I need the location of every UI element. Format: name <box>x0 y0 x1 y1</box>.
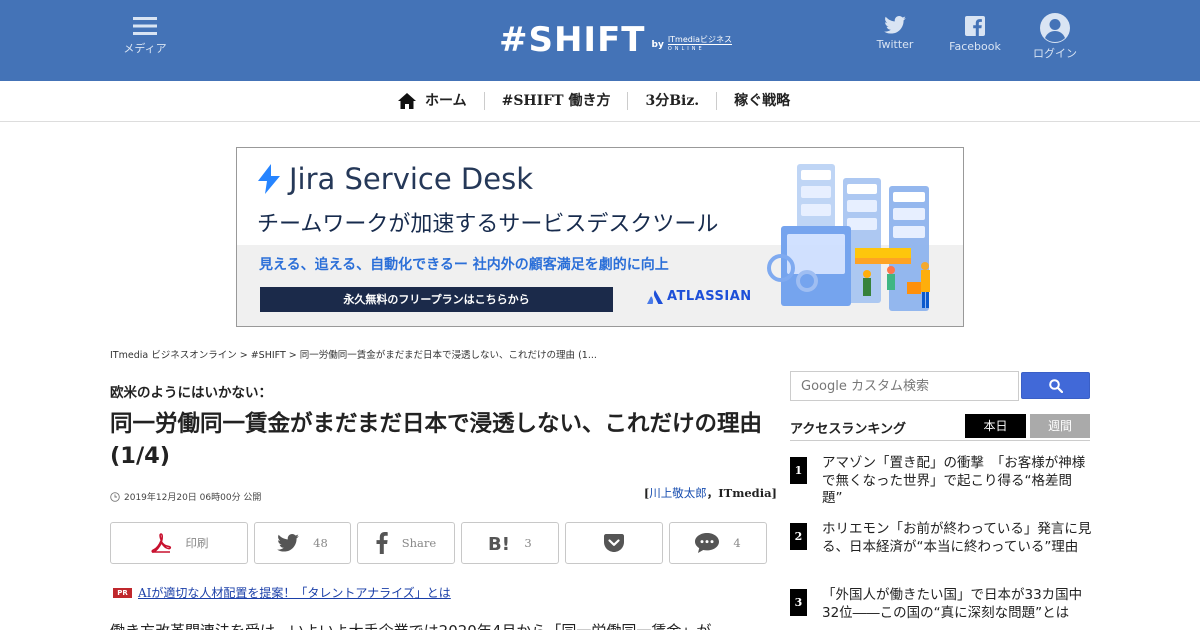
facebook-button[interactable]: Facebook <box>945 16 1005 53</box>
twitter-icon <box>277 534 299 552</box>
comments-count: 4 <box>733 536 741 550</box>
atlassian-icon <box>647 289 663 304</box>
nav-item-shift-work[interactable]: #SHIFT 働き方 <box>483 92 628 110</box>
article-title: 同一労働同一賃金がまだまだ日本で浸透しない、これだけの理由 (1/4) <box>110 411 763 469</box>
hatena-bookmark-button[interactable]: B! 3 <box>461 522 559 564</box>
comments-button[interactable]: 4 <box>669 522 767 564</box>
logo-brand: ITmediaビジネス ONLINE <box>667 34 732 54</box>
ranking-number: 3 <box>790 589 807 616</box>
comment-bubble-icon <box>695 533 720 553</box>
nav-item-3min-biz[interactable]: 3分Biz. <box>627 92 716 110</box>
ad-illustration <box>767 164 930 311</box>
author-byline: [川上敬太郎，ITmedia] <box>640 485 777 501</box>
breadcrumb[interactable]: ITmedia ビジネスオンライン > #SHIFT > 同一労働同一賃金がまだ… <box>110 347 597 361</box>
home-icon <box>398 93 416 109</box>
publish-date: 2019年12月20日 06時00分 公開 <box>110 490 261 503</box>
ad-logo: Jira Service Desk <box>257 162 533 196</box>
pr-badge: PR <box>113 587 132 598</box>
print-label: 印刷 <box>185 536 209 550</box>
facebook-icon <box>965 16 985 36</box>
login-label: ログイン <box>1033 47 1077 60</box>
ranking-number: 2 <box>790 523 807 550</box>
user-avatar-icon <box>1040 13 1070 43</box>
pr-promo: PR AIが適切な人材配置を提案！「タレントアナライズ」とは <box>113 584 451 601</box>
ad-sponsor-name: ATLASSIAN <box>667 289 752 304</box>
login-button[interactable]: ログイン <box>1027 13 1083 61</box>
ad-subline: 見える、追える、自動化できるー 社内外の顧客満足を劇的に向上 <box>259 257 669 273</box>
pdf-print-icon <box>150 533 171 553</box>
search-button[interactable] <box>1021 372 1090 399</box>
ad-sponsor-logo: ATLASSIAN <box>647 289 752 304</box>
facebook-label: Facebook <box>949 40 1001 53</box>
media-menu-button[interactable]: メディア <box>120 16 170 56</box>
custom-search-input[interactable] <box>790 371 1019 401</box>
ranking-divider <box>790 440 1090 441</box>
ranking-item-text[interactable]: ホリエモン「お前が終わっている」発言に見る、日本経済が“本当に終わっている”理由 <box>822 521 1092 556</box>
clock-icon <box>110 491 120 502</box>
pocket-button[interactable] <box>565 522 663 564</box>
twitter-button[interactable]: Twitter <box>870 16 920 51</box>
nav-item-earning-strategy[interactable]: 稼ぐ戦略 <box>716 92 807 110</box>
twitter-icon <box>884 16 906 34</box>
lightning-icon <box>258 164 280 194</box>
twitter-label: Twitter <box>876 38 914 51</box>
ranking-item-text[interactable]: アマゾン「置き配」の衝撃 「お客様が神様で無くなった世界」で起こり得る“格差問題… <box>822 455 1092 508</box>
hatena-count: 3 <box>524 536 532 550</box>
tweet-count: 48 <box>313 536 328 550</box>
search-icon <box>1048 378 1063 393</box>
site-header: メディア #SHIFT by ITmediaビジネス ONLINE Twitte… <box>0 0 1200 81</box>
print-button[interactable]: 印刷 <box>110 522 248 564</box>
facebook-f-icon <box>376 532 388 554</box>
ranking-title: アクセスランキング <box>790 422 906 437</box>
author-link[interactable]: 川上敬太郎 <box>649 486 707 500</box>
ad-headline: チームワークが加速するサービスデスクツール <box>257 212 719 237</box>
ranking-number: 1 <box>790 457 807 484</box>
ranking-item-text[interactable]: 「外国人が働きたい国」で日本が33カ国中32位――この国の“真に深刻な問題”とは <box>822 587 1092 622</box>
logo-main: #SHIFT <box>499 20 646 60</box>
logo-brand-sub: ONLINE <box>667 43 732 54</box>
ranking-tab-today[interactable]: 本日 <box>965 414 1026 438</box>
svg-text:B!: B! <box>488 534 510 552</box>
facebook-share-button[interactable]: Share <box>357 522 455 564</box>
author-suffix: ，ITmedia] <box>706 486 777 500</box>
logo-brand-name: ITmediaビジネス <box>667 34 732 44</box>
facebook-share-label: Share <box>401 536 437 550</box>
nav-item-home[interactable]: ホーム <box>398 92 484 110</box>
ranking-tab-week[interactable]: 週間 <box>1030 414 1090 438</box>
ad-cta-button[interactable]: 永久無料のフリープランはこちらから <box>260 287 613 312</box>
ad-banner[interactable]: Jira Service Desk チームワークが加速するサービスデスクツール … <box>236 147 964 327</box>
main-nav: ホーム #SHIFT 働き方 3分Biz. 稼ぐ戦略 <box>0 81 1200 122</box>
media-menu-label: メディア <box>123 42 167 55</box>
nav-item-home-label: ホーム <box>425 93 467 109</box>
hatena-bookmark-icon: B! <box>488 534 510 552</box>
logo-by: by <box>651 40 664 50</box>
tweet-button[interactable]: 48 <box>254 522 351 564</box>
article-body: 働き方改革関連法を受け、いよいよ大手企業では2020年4月から「同一労働同一賃金… <box>110 620 780 630</box>
ad-logo-text: Jira Service Desk <box>289 162 533 196</box>
pocket-icon <box>604 534 624 552</box>
publish-date-text: 2019年12月20日 06時00分 公開 <box>124 493 262 503</box>
article-kicker: 欧米のようにはいかない： <box>110 385 272 401</box>
site-logo[interactable]: #SHIFT by ITmediaビジネス ONLINE <box>499 20 732 60</box>
pr-link[interactable]: AIが適切な人材配置を提案！「タレントアナライズ」とは <box>138 584 451 601</box>
hamburger-icon <box>133 17 157 35</box>
